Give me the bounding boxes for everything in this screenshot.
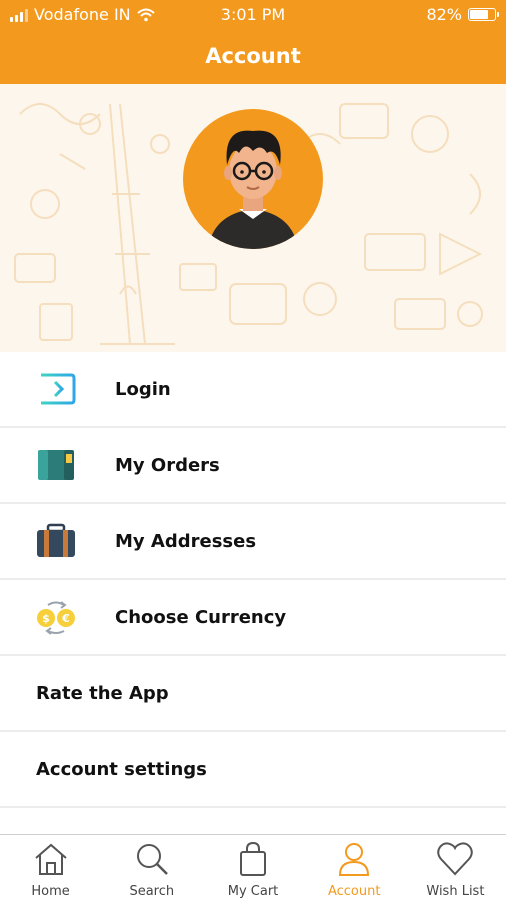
page-title: Account bbox=[0, 30, 506, 84]
shopping-bag-icon bbox=[240, 841, 266, 876]
tab-label: Account bbox=[327, 884, 381, 899]
menu-item-label: My Addresses bbox=[115, 530, 257, 552]
tab-label: Search bbox=[129, 884, 175, 899]
currency-exchange-icon: $ € bbox=[34, 597, 78, 637]
tab-my-cart[interactable]: My Cart bbox=[202, 835, 303, 901]
avatar[interactable] bbox=[183, 109, 323, 249]
status-right: 82% bbox=[426, 5, 499, 24]
menu-item-my-addresses[interactable]: My Addresses bbox=[0, 504, 506, 580]
svg-text:$: $ bbox=[42, 612, 50, 625]
menu-item-login[interactable]: Login bbox=[0, 352, 506, 428]
address-briefcase-icon bbox=[34, 521, 78, 561]
status-bar: Vodafone IN 3:01 PM 82% bbox=[0, 0, 506, 30]
home-icon bbox=[34, 843, 67, 875]
svg-text:€: € bbox=[61, 612, 70, 625]
user-icon bbox=[339, 843, 370, 876]
tab-label: My Cart bbox=[227, 884, 279, 899]
tab-search[interactable]: Search bbox=[101, 835, 202, 901]
menu-item-label: Login bbox=[115, 378, 171, 400]
tab-home[interactable]: Home bbox=[0, 835, 101, 901]
heart-icon bbox=[437, 842, 474, 876]
menu-item-rate-app[interactable]: Rate the App bbox=[0, 656, 506, 732]
battery-icon bbox=[468, 8, 499, 21]
account-menu: Login My Orders My Addresses $ € Choose … bbox=[0, 352, 506, 808]
bottom-tab-bar: Home Search My Cart Account Wish List bbox=[0, 834, 506, 901]
orders-book-icon bbox=[34, 445, 78, 485]
user-avatar-icon bbox=[208, 130, 298, 249]
menu-item-label: My Orders bbox=[115, 454, 220, 476]
battery-percent: 82% bbox=[426, 5, 462, 24]
menu-item-account-settings[interactable]: Account settings bbox=[0, 732, 506, 808]
tab-label: Home bbox=[31, 884, 70, 899]
menu-item-choose-currency[interactable]: $ € Choose Currency bbox=[0, 580, 506, 656]
menu-item-label: Choose Currency bbox=[115, 606, 287, 628]
tab-wish-list[interactable]: Wish List bbox=[405, 835, 506, 901]
menu-item-my-orders[interactable]: My Orders bbox=[0, 428, 506, 504]
login-icon bbox=[34, 369, 78, 409]
tab-label: Wish List bbox=[426, 884, 485, 899]
tab-account[interactable]: Account bbox=[304, 835, 405, 901]
menu-item-label: Rate the App bbox=[36, 682, 169, 704]
profile-header bbox=[0, 84, 506, 352]
menu-item-label: Account settings bbox=[36, 758, 207, 780]
search-icon bbox=[136, 844, 168, 875]
